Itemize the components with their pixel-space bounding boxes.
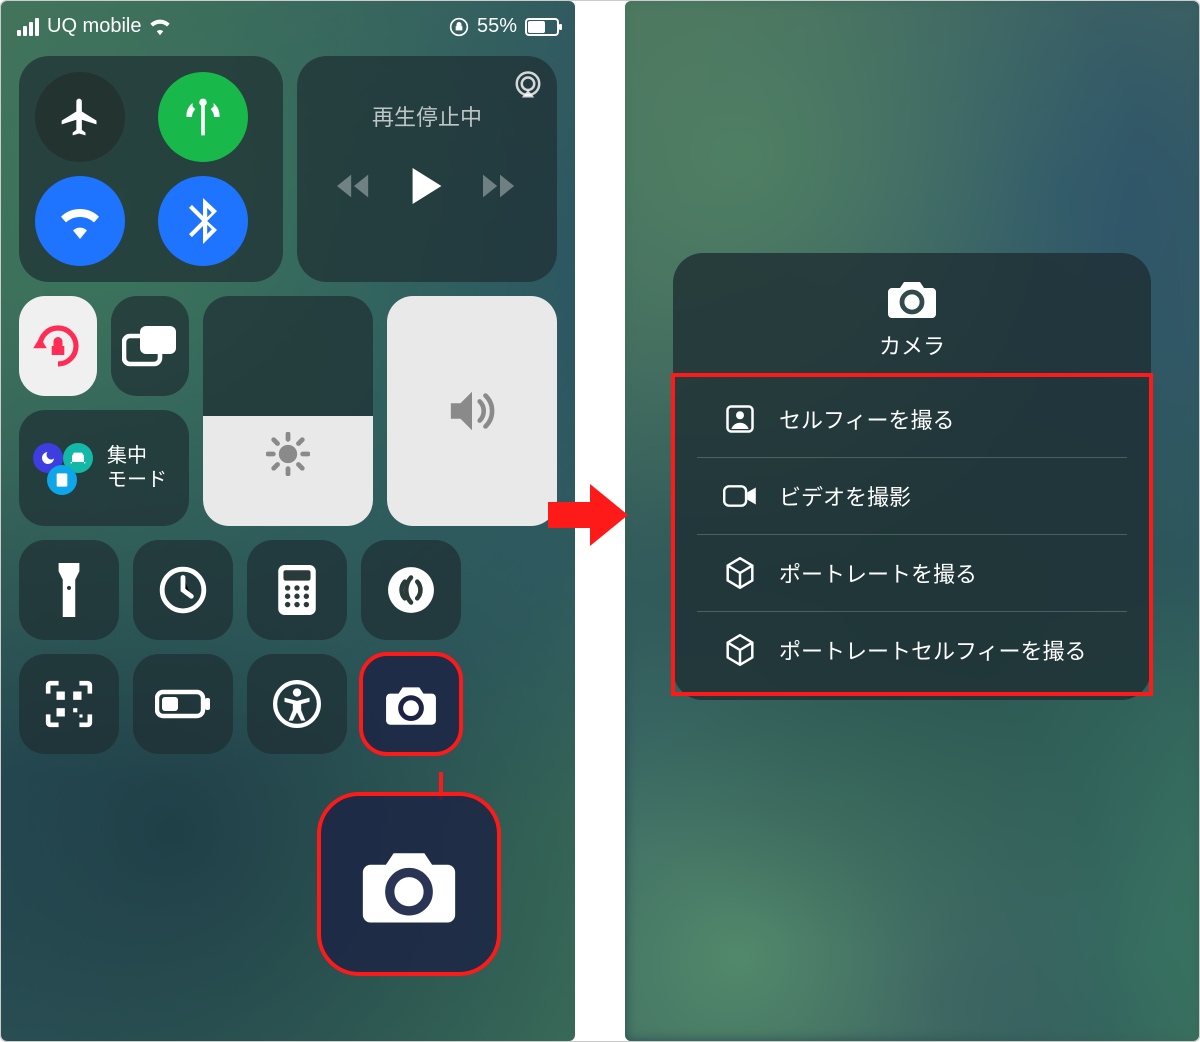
- focus-mode-button[interactable]: 集中モード: [19, 410, 189, 526]
- camera-button-enlarged: [319, 794, 499, 974]
- cellular-signal-icon: [17, 18, 39, 36]
- nfc-button[interactable]: [361, 540, 461, 640]
- timer-icon: [158, 565, 208, 615]
- camera-option-selfie[interactable]: セルフィーを撮る: [697, 381, 1127, 457]
- camera-icon: [886, 277, 938, 319]
- volume-icon: [447, 389, 497, 433]
- rewind-icon[interactable]: [337, 173, 371, 199]
- accessibility-button[interactable]: [247, 654, 347, 754]
- camera-option-label: ポートレートセルフィーを撮る: [779, 634, 1087, 666]
- wifi-icon: [149, 18, 171, 36]
- accessibility-icon: [272, 679, 322, 729]
- airplane-mode-toggle[interactable]: [35, 72, 125, 162]
- qr-scanner-button[interactable]: [19, 654, 119, 754]
- video-icon: [723, 484, 757, 508]
- battery-icon: [155, 689, 211, 719]
- bluetooth-icon: [188, 198, 218, 244]
- camera-option-label: ビデオを撮影: [779, 480, 911, 512]
- camera-option-portrait-selfie[interactable]: ポートレートセルフィーを撮る: [697, 611, 1127, 688]
- focus-icons: [33, 443, 97, 493]
- status-bar: UQ mobile 55%: [1, 1, 575, 46]
- cube-icon: [723, 557, 757, 589]
- camera-options-card: カメラ セルフィーを撮る ビデオを撮影: [673, 253, 1151, 700]
- arrow-right-icon: [548, 480, 628, 550]
- screen-mirroring-button[interactable]: [111, 296, 189, 396]
- wifi-icon: [56, 201, 104, 241]
- focus-label: 集中モード: [107, 444, 167, 492]
- calculator-button[interactable]: [247, 540, 347, 640]
- camera-option-label: ポートレートを撮る: [779, 557, 977, 589]
- volume-slider[interactable]: [387, 296, 557, 526]
- camera-menu-screen: カメラ セルフィーを撮る ビデオを撮影: [625, 1, 1199, 1041]
- selfie-icon: [723, 404, 757, 434]
- orientation-lock-icon: [31, 319, 85, 373]
- brightness-slider[interactable]: [203, 296, 373, 526]
- airplane-icon: [58, 95, 102, 139]
- bluetooth-toggle[interactable]: [158, 176, 248, 266]
- control-center-screen: UQ mobile 55%: [1, 1, 575, 1041]
- flashlight-icon: [54, 563, 84, 617]
- screen-mirroring-icon: [122, 324, 178, 368]
- low-power-button[interactable]: [133, 654, 233, 754]
- cellular-data-toggle[interactable]: [158, 72, 248, 162]
- camera-option-label: セルフィーを撮る: [779, 403, 955, 435]
- forward-icon[interactable]: [483, 173, 517, 199]
- connectivity-panel[interactable]: [19, 56, 283, 282]
- camera-icon: [359, 843, 459, 925]
- battery-icon: [525, 18, 559, 36]
- timer-button[interactable]: [133, 540, 233, 640]
- orientation-lock-button[interactable]: [19, 296, 97, 396]
- media-title: 再生停止中: [372, 100, 482, 132]
- battery-percent-label: 55%: [477, 15, 517, 38]
- carrier-label: UQ mobile: [47, 15, 141, 38]
- cube-icon: [723, 634, 757, 666]
- camera-options-list: セルフィーを撮る ビデオを撮影 ポートレートを撮る: [673, 375, 1151, 694]
- camera-option-portrait[interactable]: ポートレートを撮る: [697, 534, 1127, 611]
- camera-button[interactable]: [361, 654, 461, 754]
- camera-menu-title: カメラ: [879, 329, 945, 361]
- calculator-icon: [278, 565, 316, 615]
- camera-option-video[interactable]: ビデオを撮影: [697, 457, 1127, 534]
- nfc-icon: [386, 565, 436, 615]
- orientation-lock-icon: [449, 17, 469, 37]
- wifi-toggle[interactable]: [35, 176, 125, 266]
- brightness-icon: [266, 432, 310, 476]
- airplay-icon: [513, 70, 543, 100]
- antenna-icon: [181, 95, 225, 139]
- flashlight-button[interactable]: [19, 540, 119, 640]
- play-icon[interactable]: [411, 168, 443, 204]
- qr-icon: [44, 679, 94, 729]
- camera-icon: [384, 682, 438, 726]
- media-panel[interactable]: 再生停止中: [297, 56, 557, 282]
